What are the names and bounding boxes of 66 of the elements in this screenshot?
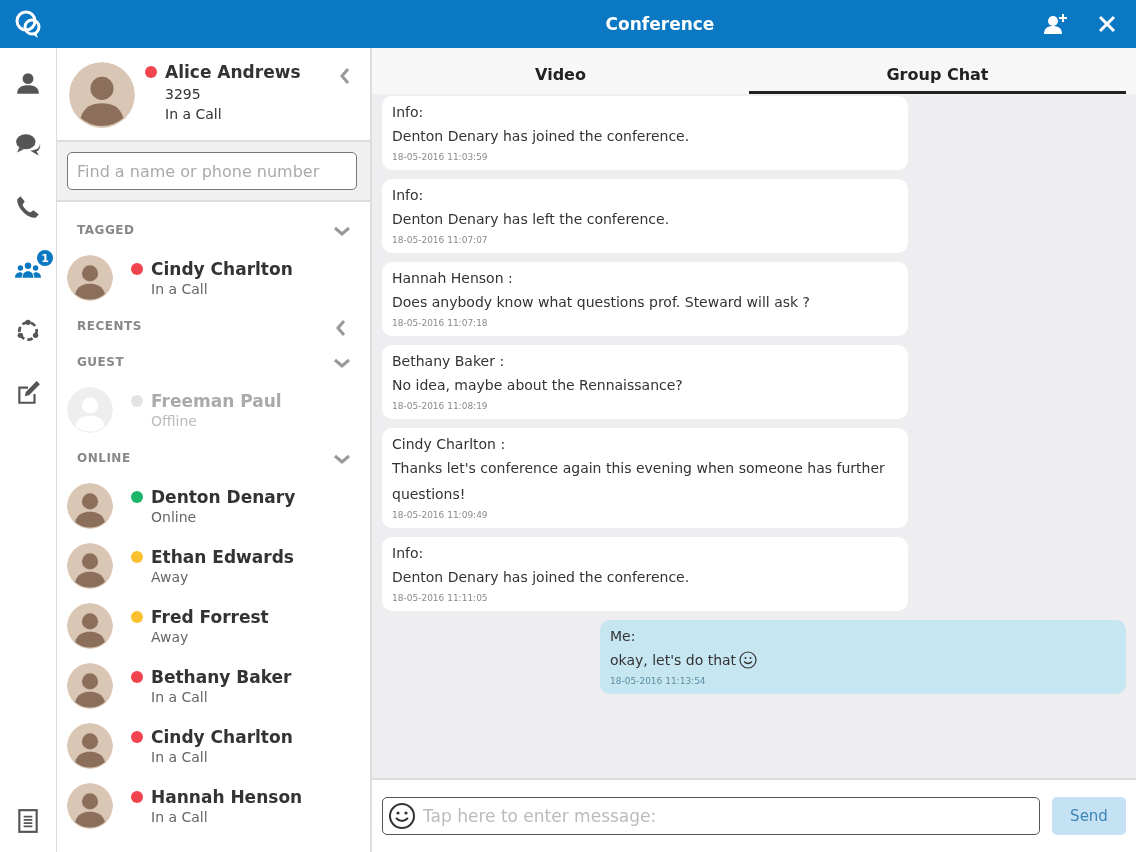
avatar-icon [67,783,113,829]
smiley-icon[interactable] [388,802,416,830]
contact-status: Away [150,569,190,585]
logo-icon [14,9,42,39]
message-sender: Info: [392,544,425,563]
profile-number: 3295 [164,86,202,102]
message-time: 18-05-2016 11:07:07 [392,234,489,247]
avatar-icon [67,603,113,649]
section-header: GUEST [77,355,125,369]
profile-name: Alice Andrews [165,62,301,82]
avatar-icon [67,483,113,529]
message-text: okay, let's do that [610,651,737,670]
contact-status: Away [150,629,190,645]
message-time: 18-05-2016 11:09:49 [392,509,489,522]
contact-status: Offline [150,413,198,429]
message-time: 18-05-2016 11:07:18 [392,317,489,330]
contact-status: Online [150,509,198,525]
message-time: 18-05-2016 11:13:54 [610,675,707,688]
message-text: Denton Denary has joined the conference. [392,127,690,146]
message-time: 18-05-2016 11:03:59 [392,151,489,164]
avatar-icon [67,663,113,709]
search-field[interactable]: Find a name or phone number [67,152,357,190]
avatar-icon [67,543,113,589]
contact-name[interactable]: Cindy Charlton [151,259,293,279]
person-icon[interactable] [15,70,41,96]
message-text: Denton Denary has joined the conference. [392,568,690,587]
edit-icon[interactable] [15,380,41,406]
message-sender: Me: [610,627,637,646]
message-sender: Info: [392,186,425,205]
message-time: 18-05-2016 11:08:19 [392,400,489,413]
add-user-icon[interactable] [1044,13,1068,35]
message-text: Thanks let's conference again this evening when someone has further questions! [392,459,886,504]
notification-badge: 1 [35,248,55,268]
contact-status: In a Call [150,281,209,297]
tab[interactable]: Video [372,48,749,94]
message-field[interactable]: Tap here to enter message: [382,797,1040,835]
close-icon[interactable] [1098,15,1116,33]
ring-icon[interactable] [15,318,41,344]
contact-status: In a Call [150,749,209,765]
avatar-icon [69,62,135,128]
message-sender: Bethany Baker : [392,352,506,371]
contact-name[interactable]: Bethany Baker [151,667,292,687]
message-time: 18-05-2016 11:11:05 [392,592,489,605]
message-sender: Hannah Henson : [392,269,514,288]
profile-status: In a Call [164,106,223,122]
section-header: ONLINE [77,451,131,465]
section-header: RECENTS [77,319,142,333]
contact-name[interactable]: Denton Denary [151,487,296,507]
section-header: TAGGED [77,223,135,237]
notes-icon[interactable] [15,808,41,834]
chat-icon[interactable] [15,132,41,158]
contact-status: In a Call [150,809,209,825]
contact-name[interactable]: Hannah Henson [151,787,303,807]
message-sender: Info: [392,103,425,122]
contact-name[interactable]: Cindy Charlton [151,727,293,747]
contact-name[interactable]: Fred Forrest [151,607,269,627]
contact-name[interactable]: Ethan Edwards [151,547,294,567]
phone-icon[interactable] [15,194,41,220]
message-sender: Cindy Charlton : [392,435,507,454]
window-title: Conference [604,14,716,34]
avatar-icon [67,255,113,301]
message-text: No idea, maybe about the Rennaissance? [392,376,683,395]
message-text: Denton Denary has left the conference. [392,210,670,229]
message-text: Does anybody know what questions prof. Steward will ask ? [392,293,811,312]
avatar-icon [67,723,113,769]
contact-status: In a Call [150,689,209,705]
